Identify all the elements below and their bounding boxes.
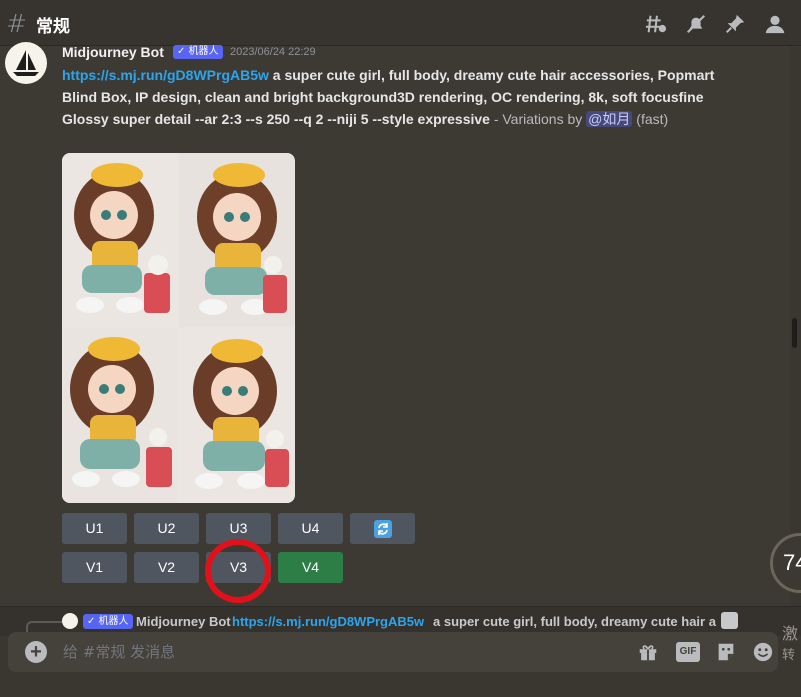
bot-badge: ✓ 机器人 <box>173 45 223 59</box>
bot-avatar[interactable] <box>5 42 47 84</box>
message-composer: + GIF <box>8 632 778 672</box>
edge-text-top: 激 <box>782 624 799 643</box>
mute-icon[interactable] <box>685 13 707 35</box>
gif-button[interactable]: GIF <box>676 642 700 662</box>
image-icon <box>721 612 738 629</box>
emoji-icon[interactable] <box>751 641 775 663</box>
image-tile-1 <box>62 153 177 327</box>
reply-username[interactable]: Midjourney Bot <box>136 614 231 629</box>
reply-link[interactable]: https://s.mj.run/gD8WPrgAB5w <box>232 614 424 629</box>
upscale-4-button[interactable]: U4 <box>278 513 343 544</box>
bot-username[interactable]: Midjourney Bot <box>62 44 164 60</box>
prompt-link[interactable]: https://s.mj.run/gD8WPrgAB5w <box>62 67 269 83</box>
message-content: https://s.mj.run/gD8WPrgAB5w a super cut… <box>62 64 752 130</box>
variations-label: - Variations by <box>489 111 587 127</box>
message-input[interactable] <box>63 640 563 664</box>
add-attachment-button[interactable]: + <box>25 641 47 663</box>
channel-name: 常规 <box>36 17 70 37</box>
edge-text-bottom: 转 <box>782 648 796 663</box>
image-grid[interactable] <box>62 153 295 503</box>
upscale-2-button[interactable]: U2 <box>134 513 199 544</box>
reply-bot-badge: ✓ 机器人 <box>83 614 133 629</box>
refresh-icon <box>373 520 392 538</box>
upscale-1-button[interactable]: U1 <box>62 513 127 544</box>
reply-avatar <box>62 613 78 629</box>
highlight-circle <box>205 539 271 603</box>
sticker-icon[interactable] <box>714 641 738 663</box>
reply-text: a super cute girl, full body, dreamy cut… <box>433 614 716 629</box>
variation-2-button[interactable]: V2 <box>134 552 199 583</box>
channel-header: # 常规 <box>0 0 801 46</box>
sailboat-icon <box>13 50 39 76</box>
image-tile-2 <box>179 153 294 327</box>
threads-icon[interactable] <box>645 13 667 35</box>
members-icon[interactable] <box>764 13 786 35</box>
image-tile-3 <box>62 329 177 503</box>
variation-4-button[interactable]: V4 <box>278 552 343 583</box>
gift-icon[interactable] <box>636 641 660 663</box>
variation-1-button[interactable]: V1 <box>62 552 127 583</box>
channel-hash-icon: # <box>6 9 27 38</box>
scrollbar[interactable] <box>792 318 797 348</box>
image-tile-4 <box>179 329 294 503</box>
message-timestamp: 2023/06/24 22:29 <box>230 46 316 58</box>
reroll-button[interactable] <box>350 513 415 544</box>
mode-label: (fast) <box>632 111 669 127</box>
pin-icon[interactable] <box>724 13 746 35</box>
user-mention[interactable]: @如月 <box>586 111 633 127</box>
